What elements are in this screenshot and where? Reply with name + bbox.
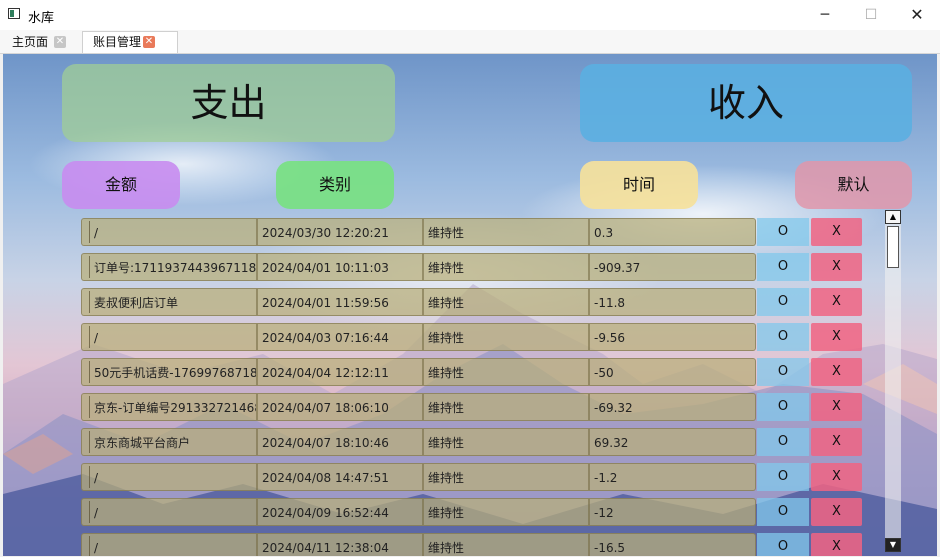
sort-category-button[interactable]: 类别 [276,161,394,209]
record-category[interactable]: 维持性 [423,533,589,556]
record-time[interactable]: 2024/04/01 11:59:56 [257,288,423,316]
record-amount[interactable]: -50 [589,358,756,386]
account-management-panel: 支出 收入 金额 类别 时间 默认 / 2024/03/30 12:20:21 … [3,54,937,556]
sort-amount-button[interactable]: 金额 [62,161,180,209]
delete-record-button[interactable]: X [811,323,862,351]
delete-record-button[interactable]: X [811,428,862,456]
sort-default-button[interactable]: 默认 [795,161,912,209]
delete-record-button[interactable]: X [811,463,862,491]
edit-record-button[interactable]: O [757,288,809,316]
record-time[interactable]: 2024/04/08 14:47:51 [257,463,423,491]
record-amount[interactable]: -11.8 [589,288,756,316]
list-item: 麦叔便利店订单 2024/04/01 11:59:56 维持性 -11.8 O … [81,288,881,316]
list-item: 京东商城平台商户 2024/04/07 18:10:46 维持性 69.32 O… [81,428,881,456]
edit-record-button[interactable]: O [757,428,809,456]
record-note[interactable]: / [81,323,257,351]
record-time[interactable]: 2024/04/11 12:38:04 [257,533,423,556]
record-category[interactable]: 维持性 [423,463,589,491]
list-item: 50元手机话费-17699768718 2024/04/04 12:12:11 … [81,358,881,386]
sort-time-button[interactable]: 时间 [580,161,698,209]
delete-record-button[interactable]: X [811,533,862,556]
record-note[interactable]: 50元手机话费-17699768718 [81,358,257,386]
list-item: / 2024/04/03 07:16:44 维持性 -9.56 O X [81,323,881,351]
record-amount[interactable]: -909.37 [589,253,756,281]
record-note[interactable]: / [81,463,257,491]
delete-record-button[interactable]: X [811,218,862,246]
delete-record-button[interactable]: X [811,393,862,421]
delete-record-button[interactable]: X [811,498,862,526]
scroll-up-arrow-icon[interactable]: ▲ [885,210,901,224]
list-scrollbar[interactable]: ▲ ▼ [885,210,901,552]
record-time[interactable]: 2024/04/07 18:10:46 [257,428,423,456]
tab-bar: 主页面 ✕ 账目管理 ✕ [0,30,940,54]
tab-accounts[interactable]: 账目管理 ✕ [82,31,178,53]
list-item: / 2024/04/11 12:38:04 维持性 -16.5 O X [81,533,881,556]
record-time[interactable]: 2024/03/30 12:20:21 [257,218,423,246]
close-tab-icon[interactable]: ✕ [143,36,155,48]
delete-record-button[interactable]: X [811,253,862,281]
scroll-down-arrow-icon[interactable]: ▼ [885,538,901,552]
record-note[interactable]: 麦叔便利店订单 [81,288,257,316]
close-window-button[interactable]: ✕ [894,0,940,30]
list-item: / 2024/04/09 16:52:44 维持性 -12 O X [81,498,881,526]
record-note[interactable]: / [81,533,257,556]
edit-record-button[interactable]: O [757,393,809,421]
record-category[interactable]: 维持性 [423,358,589,386]
edit-record-button[interactable]: O [757,498,809,526]
record-amount[interactable]: -69.32 [589,393,756,421]
record-category[interactable]: 维持性 [423,218,589,246]
edit-record-button[interactable]: O [757,533,809,556]
edit-record-button[interactable]: O [757,253,809,281]
record-amount[interactable]: -12 [589,498,756,526]
tab-home[interactable]: 主页面 ✕ [2,32,78,53]
scroll-thumb[interactable] [887,226,899,268]
list-item: / 2024/04/08 14:47:51 维持性 -1.2 O X [81,463,881,491]
maximize-button[interactable]: ☐ [848,0,894,30]
list-item: 京东-订单编号291332721468 2024/04/07 18:06:10 … [81,393,881,421]
income-button[interactable]: 收入 [580,64,912,142]
record-note[interactable]: 京东-订单编号291332721468 [81,393,257,421]
record-note[interactable]: 订单号:1711937443967118; 一 [81,253,257,281]
record-category[interactable]: 维持性 [423,428,589,456]
record-note[interactable]: / [81,498,257,526]
title-bar: 水库 ─ ☐ ✕ [0,0,940,30]
window-title: 水库 [28,11,55,26]
record-amount[interactable]: -9.56 [589,323,756,351]
tab-home-label: 主页面 [12,35,49,49]
record-amount[interactable]: -16.5 [589,533,756,556]
edit-record-button[interactable]: O [757,218,809,246]
minimize-button[interactable]: ─ [802,0,848,30]
edit-record-button[interactable]: O [757,463,809,491]
record-time[interactable]: 2024/04/03 07:16:44 [257,323,423,351]
delete-record-button[interactable]: X [811,288,862,316]
record-category[interactable]: 维持性 [423,288,589,316]
record-time[interactable]: 2024/04/04 12:12:11 [257,358,423,386]
expense-button[interactable]: 支出 [62,64,395,142]
app-icon [8,8,20,19]
close-tab-icon[interactable]: ✕ [54,36,66,48]
record-note[interactable]: / [81,218,257,246]
edit-record-button[interactable]: O [757,358,809,386]
edit-record-button[interactable]: O [757,323,809,351]
record-amount[interactable]: 69.32 [589,428,756,456]
record-time[interactable]: 2024/04/09 16:52:44 [257,498,423,526]
record-note[interactable]: 京东商城平台商户 [81,428,257,456]
record-category[interactable]: 维持性 [423,323,589,351]
record-amount[interactable]: 0.3 [589,218,756,246]
tab-accounts-label: 账目管理 [93,35,142,49]
record-time[interactable]: 2024/04/07 18:06:10 [257,393,423,421]
record-amount[interactable]: -1.2 [589,463,756,491]
list-item: 订单号:1711937443967118; 一 2024/04/01 10:11… [81,253,881,281]
record-category[interactable]: 维持性 [423,393,589,421]
record-category[interactable]: 维持性 [423,498,589,526]
record-category[interactable]: 维持性 [423,253,589,281]
delete-record-button[interactable]: X [811,358,862,386]
list-item: / 2024/03/30 12:20:21 维持性 0.3 O X [81,218,881,246]
record-time[interactable]: 2024/04/01 10:11:03 [257,253,423,281]
